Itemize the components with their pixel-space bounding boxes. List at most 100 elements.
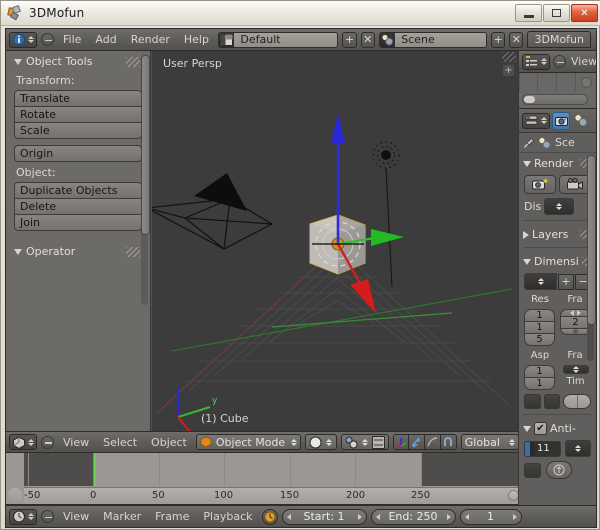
- decrement-icon[interactable]: [287, 514, 291, 520]
- menu-frame[interactable]: Frame: [150, 510, 194, 523]
- aspect-y-field[interactable]: 1: [524, 377, 555, 390]
- orientation-spinner[interactable]: [509, 439, 515, 446]
- maximize-button[interactable]: [543, 4, 570, 22]
- increment-icon[interactable]: [447, 514, 451, 520]
- interaction-mode-selector[interactable]: Object Mode: [196, 434, 301, 450]
- operator-panel-header[interactable]: Operator: [6, 241, 150, 260]
- translate-button[interactable]: Translate: [14, 90, 142, 107]
- snap-magnet-button[interactable]: [441, 434, 457, 450]
- outliner-menu-view[interactable]: View: [569, 55, 597, 68]
- properties-editor-type-selector[interactable]: [522, 113, 550, 129]
- preset-spinner[interactable]: [538, 278, 544, 285]
- add-scene-button[interactable]: +: [491, 32, 505, 48]
- viewport-expand-button[interactable]: +: [503, 65, 514, 76]
- sync-playback-button[interactable]: [262, 509, 278, 525]
- display-mode-spinner[interactable]: [556, 203, 562, 210]
- screen-layout-selector[interactable]: Default: [218, 32, 338, 48]
- minimize-button[interactable]: [515, 4, 542, 22]
- pin-icon[interactable]: [523, 137, 535, 149]
- antialiasing-section-header[interactable]: ✔ Anti-: [519, 418, 596, 438]
- editor-type-spinner[interactable]: [28, 36, 34, 43]
- time-end-field[interactable]: [544, 394, 561, 409]
- outliner-editor[interactable]: View: [519, 51, 597, 109]
- menu-playback[interactable]: Playback: [198, 510, 257, 523]
- collapse-menu-icon[interactable]: [553, 55, 566, 68]
- remove-screen-button[interactable]: ✕: [361, 32, 375, 48]
- menu-marker[interactable]: Marker: [98, 510, 146, 523]
- aa-filter-selector[interactable]: [565, 440, 591, 457]
- screen-layout-name[interactable]: Default: [234, 32, 337, 48]
- render-preset-selector[interactable]: [524, 273, 557, 290]
- collapse-menu-icon[interactable]: [41, 436, 54, 449]
- decrement-icon[interactable]: [376, 514, 380, 520]
- close-button[interactable]: ✕: [571, 4, 598, 22]
- render-tab[interactable]: [552, 112, 570, 130]
- timeline-ruler[interactable]: -50 0 50 100 150 200 250: [24, 487, 522, 504]
- pivot-point-selector[interactable]: [341, 434, 389, 450]
- scene-selector[interactable]: Scene: [379, 32, 487, 48]
- time-start-field[interactable]: [524, 394, 541, 409]
- rotate-manipulator-button[interactable]: [409, 434, 425, 450]
- collapse-menu-icon[interactable]: [41, 510, 54, 523]
- shading-spinner[interactable]: [326, 439, 332, 446]
- current-frame-field[interactable]: 1: [460, 509, 522, 525]
- timeline-playhead[interactable]: [94, 453, 96, 486]
- increment-icon[interactable]: [358, 514, 362, 520]
- properties-editor-spinner[interactable]: [541, 117, 547, 124]
- render-image-button[interactable]: [524, 175, 556, 194]
- start-frame-field[interactable]: Start: 1: [282, 509, 367, 525]
- layers-section-header[interactable]: Layers: [519, 224, 596, 244]
- collapse-menu-icon[interactable]: [41, 33, 54, 46]
- outliner-editor-spinner[interactable]: [541, 58, 547, 65]
- view3d-editor-type-selector[interactable]: [9, 434, 37, 450]
- scene-name[interactable]: Scene: [395, 32, 486, 48]
- 3d-viewport[interactable]: y User Persp (1) Cube +: [152, 51, 518, 431]
- timeline-editor[interactable]: -50 0 50 100 150 200 250: [6, 453, 522, 505]
- aa-filter-size-field[interactable]: [546, 461, 572, 479]
- timeline-editor-spinner[interactable]: [28, 513, 34, 520]
- outliner-search-field[interactable]: [522, 94, 588, 105]
- decrement-icon[interactable]: [465, 514, 469, 520]
- delete-button[interactable]: Delete: [14, 198, 142, 215]
- time-remap-field[interactable]: [563, 394, 591, 409]
- scene-tab[interactable]: [572, 112, 590, 130]
- scale-manipulator-button[interactable]: [425, 434, 441, 450]
- menu-view[interactable]: View: [58, 436, 94, 449]
- rotate-button[interactable]: Rotate: [14, 106, 142, 123]
- add-preset-button[interactable]: +: [558, 274, 574, 290]
- duplicate-objects-button[interactable]: Duplicate Objects: [14, 182, 142, 199]
- join-button[interactable]: Join: [14, 214, 142, 231]
- editor-type-selector[interactable]: [9, 32, 37, 48]
- antialiasing-checkbox[interactable]: ✔: [534, 422, 547, 435]
- aa-samples-field[interactable]: 11: [524, 441, 561, 457]
- remove-scene-button[interactable]: ✕: [509, 32, 523, 48]
- scale-button[interactable]: Scale: [14, 122, 142, 139]
- aa-filter-spinner[interactable]: [575, 445, 581, 452]
- aa-full-sample-toggle[interactable]: [524, 463, 541, 478]
- transform-orientation-selector[interactable]: Global: [461, 434, 519, 450]
- dimensions-section-header[interactable]: Dimensi: [519, 251, 596, 271]
- add-screen-button[interactable]: +: [342, 32, 356, 48]
- view3d-editor-spinner[interactable]: [28, 439, 34, 446]
- outliner-body[interactable]: [519, 73, 597, 108]
- viewport-shading-selector[interactable]: [305, 434, 337, 450]
- object-tools-panel-header[interactable]: Object Tools: [6, 51, 150, 70]
- properties-scrollbar[interactable]: [587, 155, 594, 361]
- snap-during-transform-icon[interactable]: [372, 436, 385, 449]
- menu-view[interactable]: View: [58, 510, 94, 523]
- increment-icon[interactable]: [513, 514, 517, 520]
- resolution-percent-field[interactable]: 5: [524, 333, 555, 346]
- menu-help[interactable]: Help: [179, 33, 214, 46]
- menu-object[interactable]: Object: [146, 436, 192, 449]
- origin-button[interactable]: Origin: [14, 145, 142, 162]
- render-section-header[interactable]: Render: [519, 153, 596, 173]
- frame-rate-spinner[interactable]: [573, 366, 579, 373]
- menu-file[interactable]: File: [58, 33, 86, 46]
- timeline-track[interactable]: [24, 453, 522, 486]
- outliner-editor-type-selector[interactable]: [522, 54, 550, 70]
- menu-select[interactable]: Select: [98, 436, 142, 449]
- menu-add[interactable]: Add: [90, 33, 121, 46]
- interaction-mode-spinner[interactable]: [291, 439, 297, 446]
- tool-shelf-scrollbar[interactable]: [141, 55, 148, 305]
- pivot-spinner[interactable]: [362, 439, 368, 446]
